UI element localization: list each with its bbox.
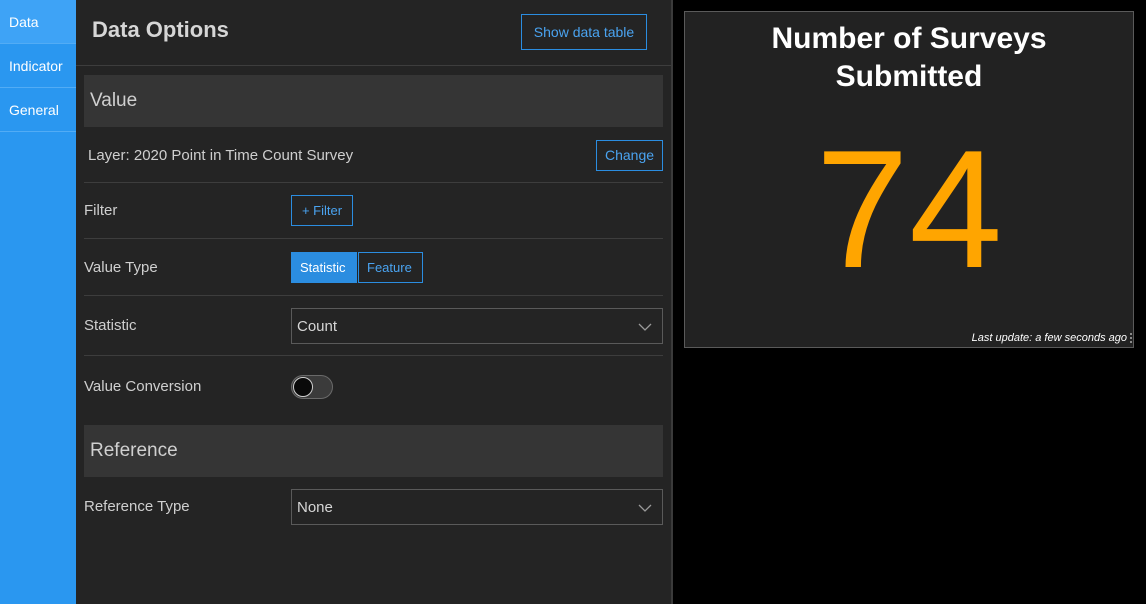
indicator-value: 74 (815, 115, 1003, 303)
reference-type-select[interactable]: None (291, 489, 663, 525)
value-type-segmented-control: Statistic Feature (291, 252, 423, 283)
statistic-row: Statistic Count (84, 296, 663, 356)
resize-grip-icon[interactable] (1129, 333, 1132, 343)
indicator-title: Number of Surveys Submitted (685, 20, 1133, 96)
value-conversion-label: Value Conversion (84, 378, 202, 395)
statistic-select-value: Count (297, 318, 338, 335)
layer-row: Layer: 2020 Point in Time Count Survey C… (84, 128, 663, 183)
statistic-select[interactable]: Count (291, 308, 663, 344)
value-conversion-toggle[interactable] (291, 375, 333, 399)
chevron-down-icon (638, 504, 652, 512)
last-update-text: Last update: a few seconds ago (971, 332, 1127, 344)
value-type-row: Value Type Statistic Feature (84, 239, 663, 296)
reference-type-label: Reference Type (84, 498, 190, 515)
indicator-title-line-2: Submitted (835, 60, 983, 93)
filter-label: Filter (84, 202, 118, 219)
change-layer-button[interactable]: Change (596, 140, 663, 171)
show-data-table-button[interactable]: Show data table (521, 14, 647, 50)
tab-data[interactable]: Data (0, 0, 76, 44)
tab-general[interactable]: General (0, 88, 76, 132)
panel-header: Data Options Show data table (76, 0, 671, 66)
indicator-title-line-1: Number of Surveys (771, 22, 1047, 55)
add-filter-button[interactable]: + Filter (291, 195, 353, 226)
value-conversion-row: Value Conversion (84, 356, 663, 418)
reference-section-heading: Reference (84, 425, 663, 477)
layer-label: Layer: 2020 Point in Time Count Survey (88, 147, 354, 164)
chevron-down-icon (638, 323, 652, 331)
panel-divider (671, 0, 673, 604)
statistic-label: Statistic (84, 317, 137, 334)
indicator-preview-card: Number of Surveys Submitted 74 Last upda… (684, 11, 1134, 348)
panel-title: Data Options (92, 17, 229, 42)
data-options-panel: Data Options Show data table Value Layer… (76, 0, 671, 604)
settings-tab-strip: Data Indicator General (0, 0, 76, 604)
value-type-feature-button[interactable]: Feature (358, 252, 423, 283)
reference-type-row: Reference Type None (84, 477, 663, 537)
dashboard-editor: Data Indicator General Data Options Show… (0, 0, 1146, 604)
value-type-statistic-button[interactable]: Statistic (291, 252, 357, 283)
reference-type-select-value: None (297, 499, 333, 516)
value-type-label: Value Type (84, 259, 158, 276)
value-section-heading: Value (84, 75, 663, 127)
toggle-knob (293, 377, 313, 397)
tab-indicator[interactable]: Indicator (0, 44, 76, 88)
filter-row: Filter + Filter (84, 183, 663, 239)
